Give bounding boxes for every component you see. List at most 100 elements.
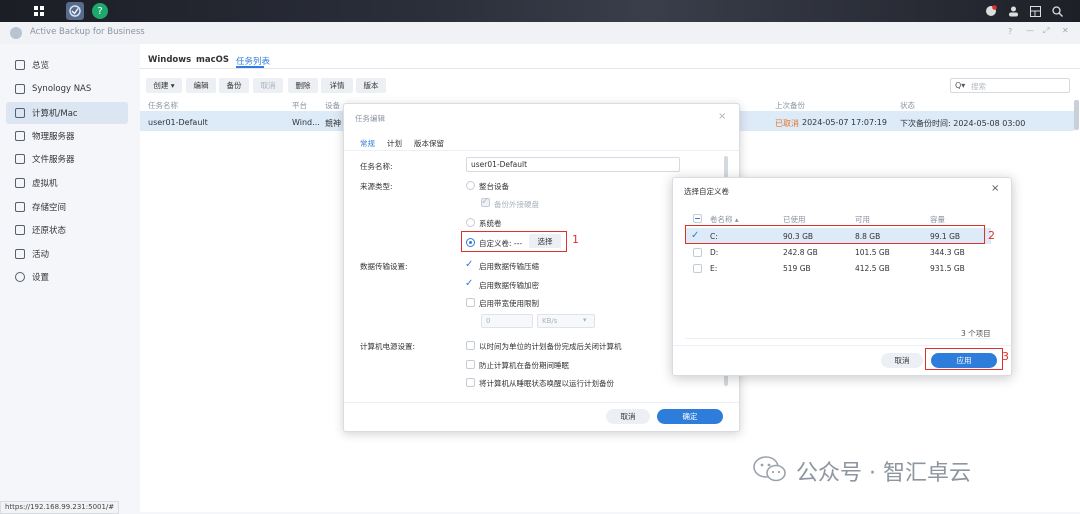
gear-icon: [15, 272, 25, 282]
create-button[interactable]: 创建 ▾: [146, 78, 182, 93]
sidebar-item-label: 活动: [32, 250, 50, 260]
checkbox-volume[interactable]: [693, 264, 702, 273]
bandwidth-input[interactable]: 0: [481, 314, 533, 328]
column-header[interactable]: 可用: [855, 214, 870, 225]
sidebar-item-restore[interactable]: 还原状态: [6, 219, 128, 241]
power-settings-label: 计算机电源设置:: [360, 342, 416, 351]
help-button[interactable]: ?: [1008, 27, 1012, 36]
computer-icon: [15, 108, 25, 118]
window-title-bar: Active Backup for Business ? — ⤢ ✕: [0, 22, 1080, 45]
version-button[interactable]: 版本: [356, 78, 386, 93]
tab-divider: [140, 68, 1080, 69]
edit-button[interactable]: 编辑: [186, 78, 216, 93]
sidebar-item-label: 物理服务器: [32, 132, 75, 142]
dialog-title: 任务编辑: [355, 114, 385, 123]
maximize-button[interactable]: ⤢: [1043, 26, 1049, 36]
option-bandwidth-limit: 启用带宽使用限制: [479, 299, 539, 308]
volume-free: 412.5 GB: [855, 264, 890, 273]
checkbox-prevent-sleep[interactable]: [466, 360, 475, 369]
device-cell: 競神: [325, 119, 341, 128]
tab-schedule[interactable]: 计划: [387, 138, 402, 149]
check-icon[interactable]: ✓: [465, 279, 475, 289]
status-url: https://192.168.99.231:5001/#: [0, 501, 120, 514]
close-icon[interactable]: ×: [718, 111, 726, 122]
bandwidth-value: 0: [486, 317, 491, 325]
option-prevent-sleep: 防止计算机在备份期间睡眠: [479, 361, 569, 370]
task-name-input[interactable]: user01-Default: [466, 157, 680, 172]
sidebar-item-label: 文件服务器: [32, 155, 75, 165]
column-header[interactable]: 设备: [325, 100, 340, 111]
backup-button[interactable]: 备份: [219, 78, 249, 93]
radio-entire-device[interactable]: [466, 181, 475, 190]
delete-button[interactable]: 删除: [288, 78, 318, 93]
option-compression: 启用数据传输压缩: [479, 262, 539, 271]
divider: [344, 150, 739, 151]
tab-retention[interactable]: 版本保留: [414, 138, 444, 149]
item-count: 3 个项目: [961, 329, 991, 338]
column-header[interactable]: 任务名称: [148, 100, 178, 111]
radio-system-volume[interactable]: [466, 218, 475, 227]
indeterminate-icon: [695, 218, 700, 219]
cancel-button[interactable]: 取消: [606, 409, 650, 424]
grid-icon[interactable]: [30, 2, 48, 20]
minimize-button[interactable]: —: [1026, 26, 1034, 35]
help-icon[interactable]: ?: [92, 3, 108, 19]
close-button[interactable]: ✕: [1062, 26, 1069, 35]
checkbox-wake[interactable]: [466, 378, 475, 387]
column-header[interactable]: 卷名称 ▴: [710, 214, 739, 225]
annotation-label: 1: [572, 233, 579, 246]
cancel-task-button[interactable]: 取消: [253, 78, 283, 93]
volume-used: 242.8 GB: [783, 248, 818, 257]
column-header[interactable]: 容量: [930, 214, 945, 225]
last-backup-time: 2024-05-07 17:07:19: [802, 118, 887, 127]
app-icon[interactable]: [66, 2, 84, 20]
checkbox-volume[interactable]: [693, 248, 702, 257]
check-icon: ✓: [481, 196, 490, 207]
search-input[interactable]: Q▾ 搜索: [950, 78, 1070, 93]
column-header[interactable]: 已使用: [783, 214, 806, 225]
task-name-label: 任务名称:: [360, 162, 393, 171]
scrollbar[interactable]: [1074, 100, 1079, 130]
sidebar-item-settings[interactable]: 设置: [6, 266, 128, 288]
close-icon[interactable]: ×: [991, 183, 999, 194]
details-button[interactable]: 详情: [321, 78, 353, 93]
sidebar-item-nas[interactable]: Synology NAS: [6, 78, 128, 100]
option-wake: 将计算机从睡眠状态唤醒以运行计划备份: [479, 379, 614, 388]
column-header[interactable]: 上次备份: [775, 100, 805, 111]
bandwidth-unit-select[interactable]: KB/s ▾: [537, 314, 595, 328]
option-shutdown: 以时间为单位的计划备份完成后关闭计算机: [479, 342, 622, 351]
annotation-label: 2: [988, 229, 995, 242]
last-backup-status: 已取消: [775, 119, 799, 128]
widgets-icon[interactable]: [1026, 2, 1044, 20]
server-icon: [15, 131, 25, 141]
dialog-title: 选择自定义卷: [684, 187, 729, 196]
vm-icon: [15, 178, 25, 188]
divider: [673, 345, 1011, 346]
ok-button[interactable]: 确定: [657, 409, 723, 424]
tab-windows[interactable]: Windows: [148, 55, 191, 65]
checkbox-bandwidth-limit[interactable]: [466, 298, 475, 307]
sidebar-item-vm[interactable]: 虚拟机: [6, 172, 128, 194]
sidebar-item-file-server[interactable]: 文件服务器: [6, 148, 128, 170]
column-header[interactable]: 状态: [900, 100, 915, 111]
volume-name: E:: [710, 264, 718, 273]
sidebar-item-storage[interactable]: 存储空间: [6, 196, 128, 218]
checkbox-shutdown[interactable]: [466, 341, 475, 350]
search-placeholder: 搜索: [971, 82, 986, 91]
sidebar-item-activity[interactable]: 活动: [6, 243, 128, 265]
tab-general[interactable]: 常规: [360, 138, 375, 149]
search-icon: Q▾: [955, 81, 966, 90]
check-icon[interactable]: ✓: [465, 260, 475, 270]
search-icon[interactable]: [1048, 2, 1066, 20]
user-icon[interactable]: [1004, 2, 1022, 20]
tab-macos[interactable]: macOS: [196, 55, 229, 65]
cancel-button[interactable]: 取消: [881, 353, 923, 368]
source-type-label: 来源类型:: [360, 182, 393, 191]
chat-icon[interactable]: [982, 2, 1000, 20]
sidebar-item-physical-server[interactable]: 物理服务器: [6, 125, 128, 147]
column-header[interactable]: 平台: [292, 100, 307, 111]
task-name-value: user01-Default: [471, 160, 528, 169]
sidebar-item-overview[interactable]: 总览: [6, 54, 128, 76]
sidebar-item-computer[interactable]: 计算机/Mac: [6, 102, 128, 124]
taskbar: ?: [0, 0, 1080, 22]
